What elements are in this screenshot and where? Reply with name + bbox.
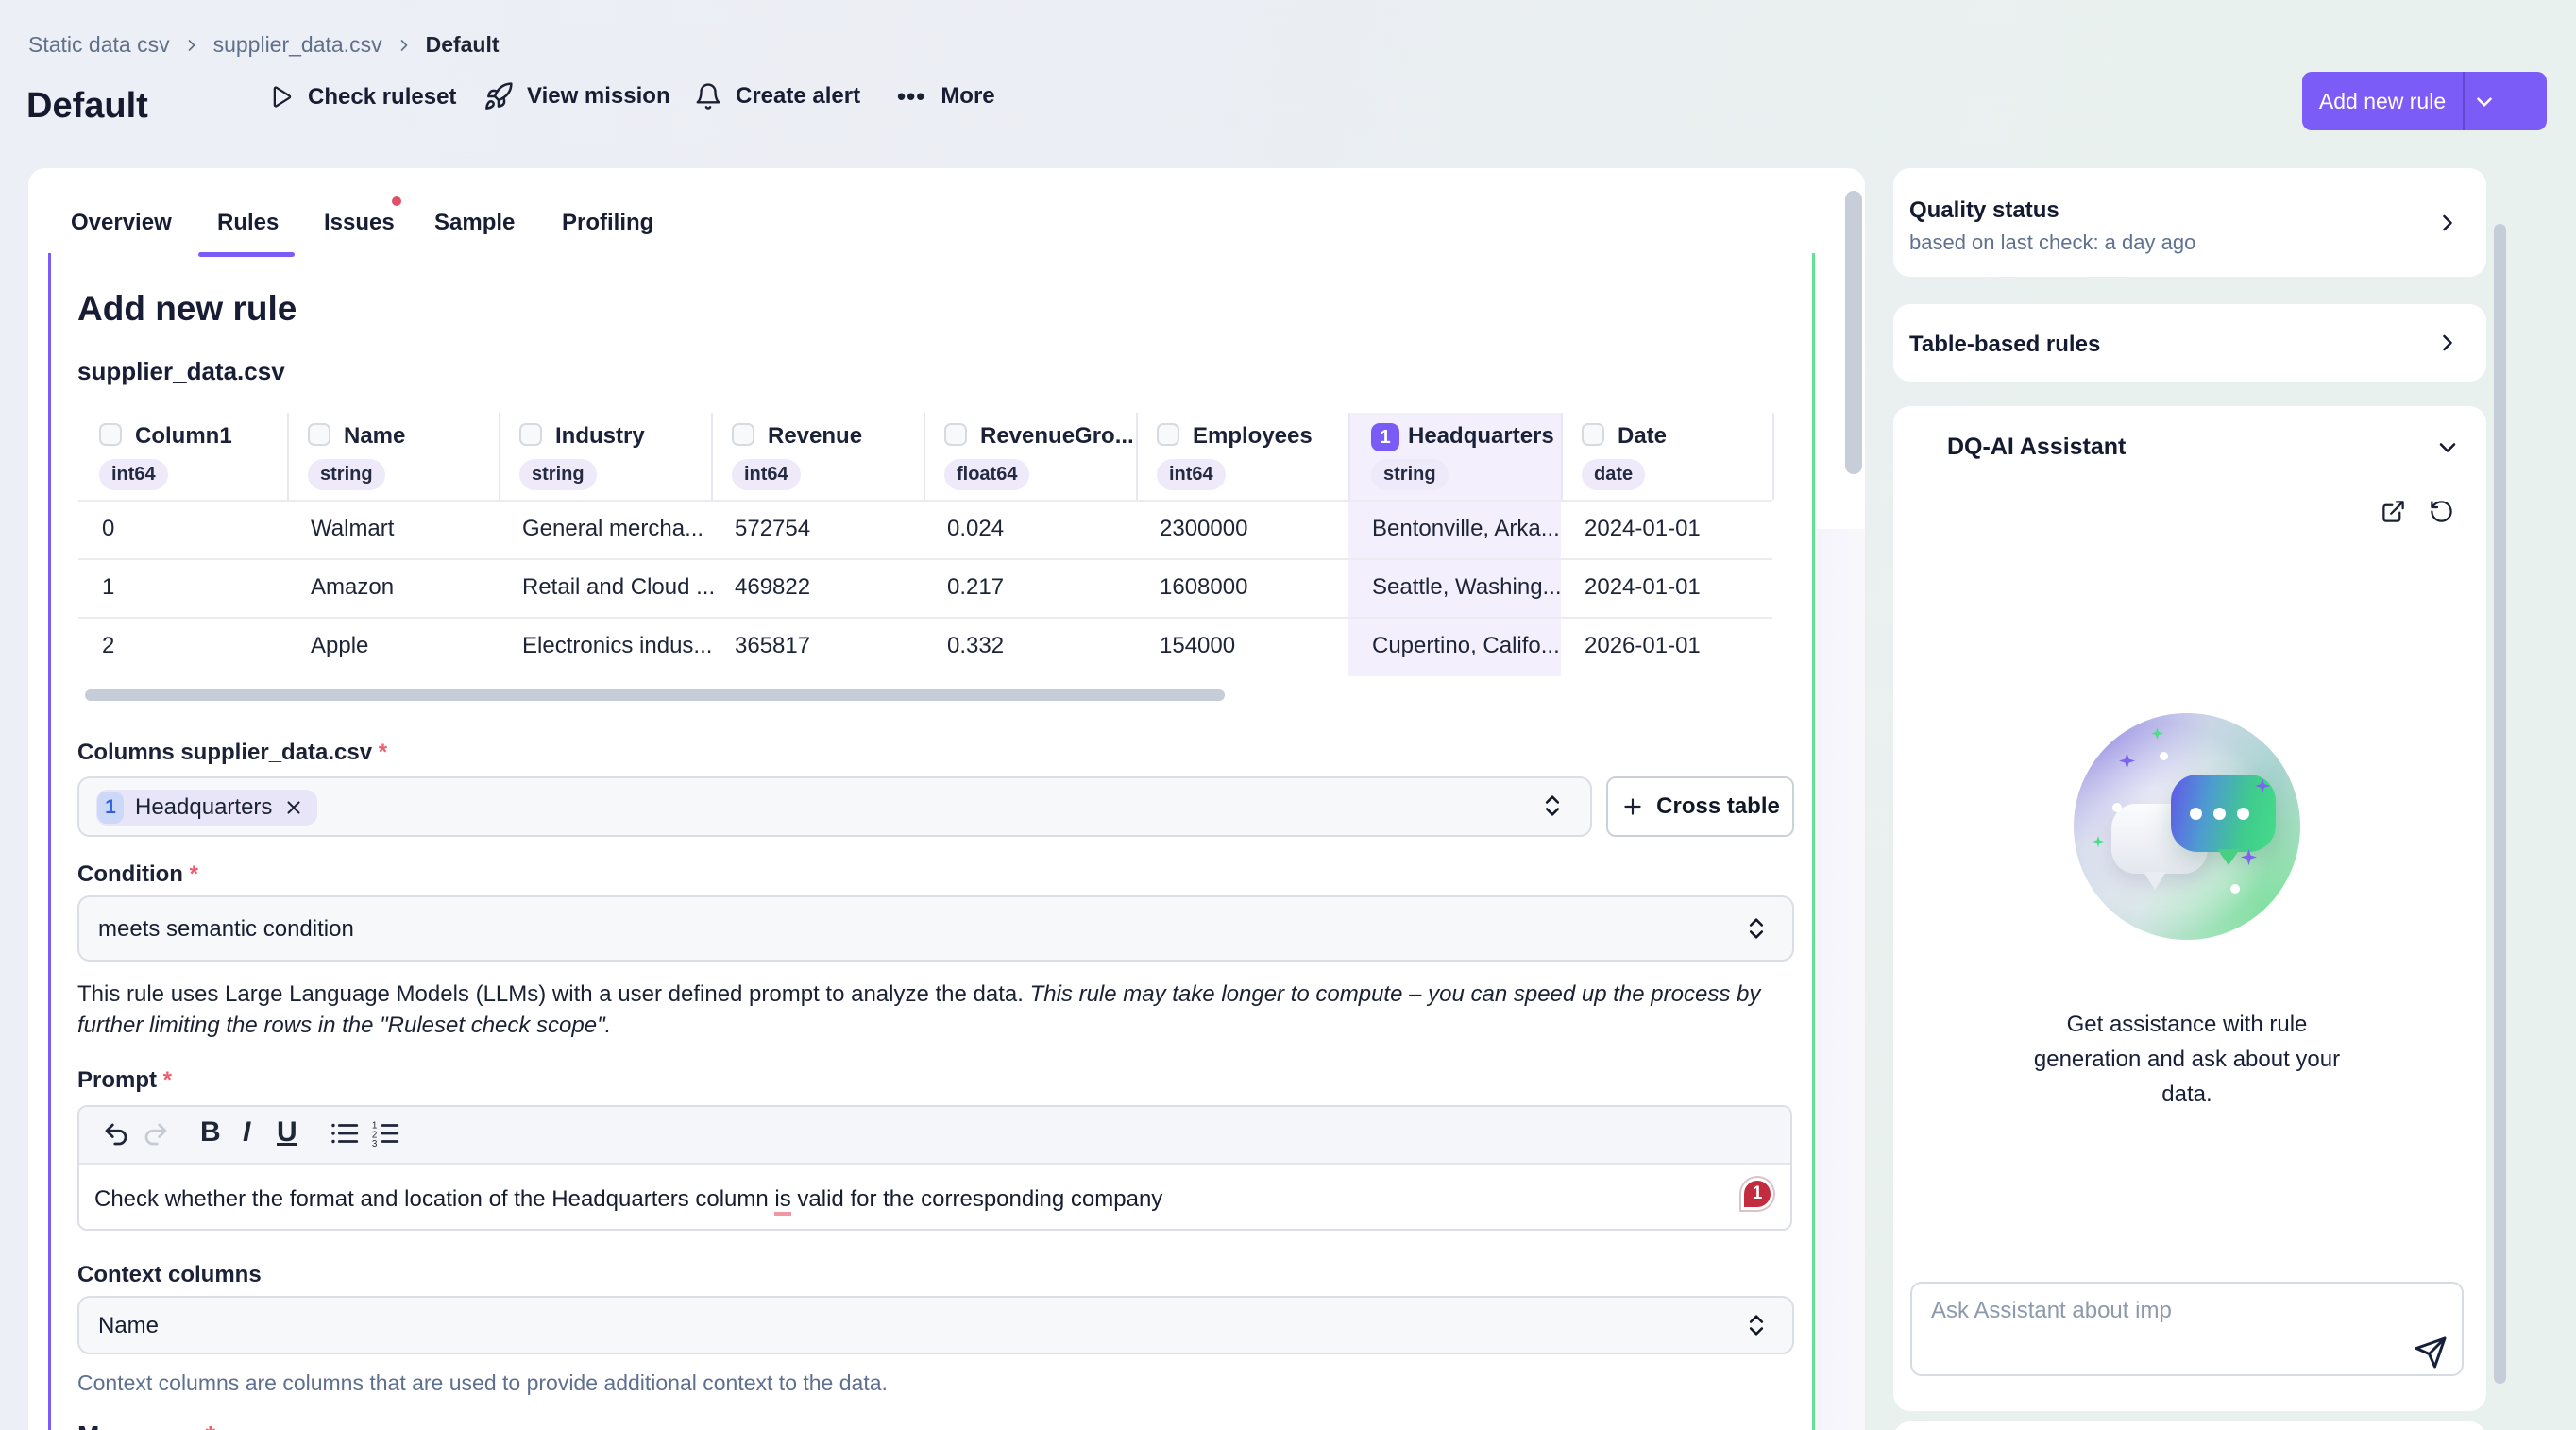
svg-text:3: 3: [372, 1139, 378, 1149]
